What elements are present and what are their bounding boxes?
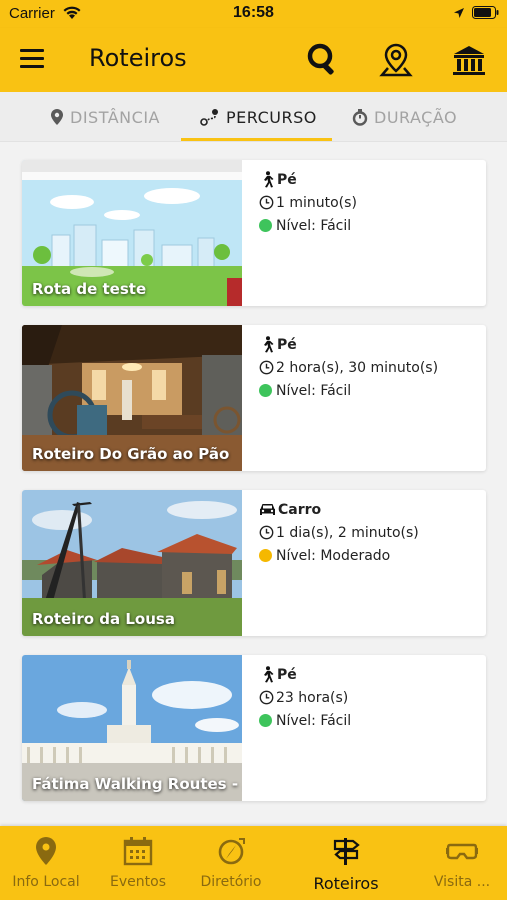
- tab-percurso[interactable]: PERCURSO: [181, 92, 332, 142]
- route-thumbnail: Roteiro Do Grão ao Pão: [22, 325, 242, 471]
- route-info: Pé 23 hora(s) Nível: Fácil: [259, 663, 351, 732]
- calendar-icon: [123, 837, 153, 866]
- nav-label: Info Local: [12, 874, 80, 890]
- route-card[interactable]: Roteiro da Lousa Carro 1 dia(s), 2 minut…: [22, 490, 486, 636]
- car-icon: [260, 504, 275, 515]
- museum-icon[interactable]: [451, 42, 487, 78]
- bottom-nav: Info Local Eventos Diretório Roteiros Vi…: [0, 826, 507, 900]
- vr-headset-icon: [446, 843, 478, 860]
- nav-label: Diretório: [200, 874, 262, 890]
- route-title: Rota de teste: [32, 280, 147, 298]
- route-mode: Carro: [278, 501, 322, 518]
- route-mode: Pé: [277, 171, 297, 188]
- nav-info-local[interactable]: Info Local: [0, 836, 96, 890]
- route-title: Roteiro da Lousa: [32, 610, 175, 628]
- route-card[interactable]: Rota de teste Pé 1 minuto(s) Nível: Fáci…: [22, 160, 486, 306]
- route-mode: Pé: [277, 666, 297, 683]
- level-indicator-icon: [259, 714, 272, 727]
- tab-label: PERCURSO: [226, 107, 317, 127]
- status-bar: Carrier 16:58: [0, 0, 507, 28]
- route-duration: 2 hora(s), 30 minuto(s): [276, 359, 439, 376]
- nav-diretorio[interactable]: Diretório: [181, 836, 281, 890]
- route-duration: 1 minuto(s): [276, 194, 357, 211]
- clock-icon: [259, 195, 274, 210]
- route-title: Fátima Walking Routes - ...: [32, 775, 242, 793]
- level-indicator-icon: [259, 549, 272, 562]
- tab-distancia[interactable]: DISTÂNCIA: [50, 92, 160, 142]
- compass-icon: [218, 838, 245, 865]
- route-level: Nível: Fácil: [276, 217, 352, 234]
- level-indicator-icon: [259, 384, 272, 397]
- stopwatch-icon: [352, 109, 368, 126]
- route-thumbnail: Fátima Walking Routes - ...: [22, 655, 242, 801]
- tab-label: DISTÂNCIA: [70, 107, 160, 127]
- nav-eventos[interactable]: Eventos: [88, 836, 188, 890]
- route-thumbnail: Roteiro da Lousa: [22, 490, 242, 636]
- route-thumbnail: Rota de teste: [22, 160, 242, 306]
- location-pin-icon: [51, 109, 63, 125]
- route-duration: 1 dia(s), 2 minuto(s): [276, 524, 419, 541]
- route-icon: [200, 109, 218, 126]
- route-card[interactable]: Fátima Walking Routes - ... Pé 23 hora(s…: [22, 655, 486, 801]
- nav-label: Eventos: [110, 874, 166, 890]
- tab-duracao[interactable]: DURAÇÃO: [352, 92, 457, 142]
- clock-icon: [259, 360, 274, 375]
- route-level: Nível: Moderado: [276, 547, 391, 564]
- clock-icon: [259, 525, 274, 540]
- route-info: Pé 2 hora(s), 30 minuto(s) Nível: Fácil: [259, 333, 438, 402]
- tab-label: DURAÇÃO: [374, 107, 458, 127]
- route-level: Nível: Fácil: [276, 712, 352, 729]
- map-pin-icon[interactable]: [378, 42, 414, 78]
- route-info: Carro 1 dia(s), 2 minuto(s) Nível: Moder…: [259, 498, 419, 567]
- walking-icon: [264, 171, 274, 188]
- map-marker-icon: [36, 837, 56, 865]
- menu-icon[interactable]: [20, 48, 50, 72]
- page-title: Roteiros: [89, 44, 187, 72]
- nav-visita[interactable]: Visita ...: [412, 836, 507, 890]
- nav-roteiros[interactable]: Roteiros: [296, 836, 396, 893]
- nav-label: Visita ...: [433, 874, 491, 890]
- route-level: Nível: Fácil: [276, 382, 352, 399]
- route-card[interactable]: Roteiro Do Grão ao Pão Pé 2 hora(s), 30 …: [22, 325, 486, 471]
- walking-icon: [264, 666, 274, 683]
- search-icon[interactable]: [305, 42, 341, 78]
- route-info: Pé 1 minuto(s) Nível: Fácil: [259, 168, 357, 237]
- route-mode: Pé: [277, 336, 297, 353]
- walking-icon: [264, 336, 274, 353]
- nav-label: Roteiros: [313, 874, 379, 893]
- location-arrow-icon: [453, 6, 465, 24]
- signpost-icon: [333, 838, 360, 865]
- battery-icon: [472, 6, 499, 24]
- active-tab-indicator: [181, 138, 332, 141]
- app-bar: Roteiros: [0, 28, 507, 92]
- level-indicator-icon: [259, 219, 272, 232]
- route-duration: 23 hora(s): [276, 689, 349, 706]
- sort-tabs: DISTÂNCIA PERCURSO DURAÇÃO: [0, 92, 507, 142]
- route-title: Roteiro Do Grão ao Pão: [32, 445, 230, 463]
- clock-icon: [259, 690, 274, 705]
- clock: 16:58: [233, 4, 274, 21]
